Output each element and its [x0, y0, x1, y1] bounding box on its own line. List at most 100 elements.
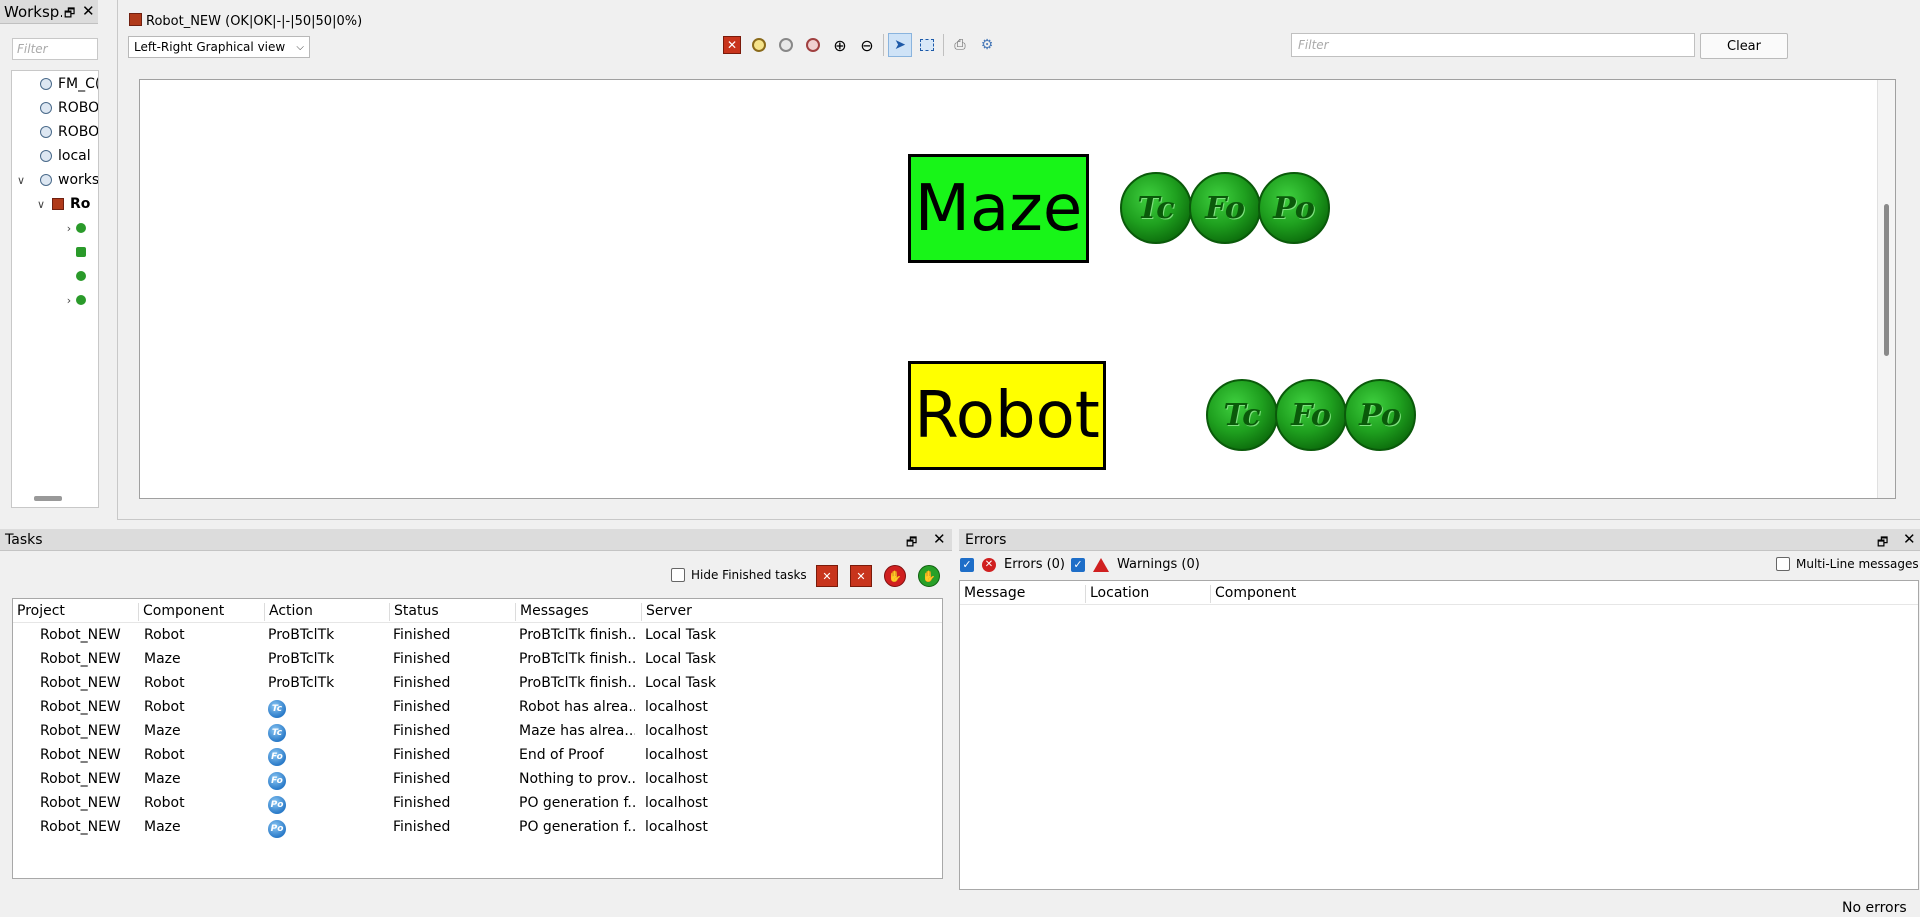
- chevron-down-icon[interactable]: ∨: [34, 198, 48, 211]
- close-icon[interactable]: ✕: [933, 530, 946, 548]
- zoom-reset-button[interactable]: [774, 33, 798, 57]
- po-badge-icon[interactable]: Po: [1258, 172, 1330, 244]
- server-cell: Local Task: [645, 675, 716, 691]
- close-icon[interactable]: ✕: [82, 2, 95, 20]
- float-panel-icon[interactable]: 🗗: [1877, 533, 1888, 554]
- print-button[interactable]: ⎙: [948, 33, 972, 57]
- message-cell: End of Proof: [519, 747, 604, 763]
- message-cell: ProBTclTk finish...: [519, 651, 635, 667]
- fo-badge-icon[interactable]: Fo: [1275, 379, 1347, 451]
- checkbox-box[interactable]: [1776, 557, 1790, 571]
- table-row[interactable]: Robot_NEW Maze ProBTclTk Finished ProBTclTk …: [13, 649, 942, 671]
- warning-icon: [1093, 557, 1110, 572]
- table-row[interactable]: Robot_NEW Robot ProBTclTk Finished ProBTclTk…: [13, 625, 942, 647]
- column-header[interactable]: Location: [1085, 585, 1210, 603]
- hide-finished-checkbox[interactable]: Hide Finished tasks: [671, 568, 807, 582]
- float-panel-icon[interactable]: 🗗: [906, 533, 917, 554]
- workspace-filter-input[interactable]: [12, 38, 98, 60]
- export-button[interactable]: ⚙: [975, 33, 999, 57]
- status-cell: Finished: [393, 699, 451, 715]
- po-action-icon: Po: [268, 820, 286, 838]
- zoom-selection-button[interactable]: [801, 33, 825, 57]
- graph-filter-input[interactable]: [1291, 33, 1695, 57]
- column-header[interactable]: Messages: [515, 603, 641, 621]
- errors-checkbox[interactable]: ✓: [960, 557, 974, 572]
- server-cell: localhost: [645, 795, 708, 811]
- multiline-label: Multi-Line messages: [1796, 557, 1919, 571]
- tree-item-label: Ro: [70, 196, 91, 212]
- tc-badge-icon[interactable]: Tc: [1206, 379, 1278, 451]
- tree-item[interactable]: ›: [62, 217, 92, 239]
- status-badges: Tc Fo Po: [1206, 379, 1416, 451]
- status-cell: Finished: [393, 627, 451, 643]
- component-cell: Robot: [144, 795, 185, 811]
- fo-badge-icon[interactable]: Fo: [1189, 172, 1261, 244]
- errors-table[interactable]: Message Location Component: [959, 580, 1919, 890]
- tasks-panel-header: Tasks 🗗 ✕: [0, 529, 952, 551]
- remove-all-tasks-button[interactable]: ✕: [816, 565, 838, 587]
- fo-action-icon: Fo: [268, 748, 286, 766]
- table-row[interactable]: Robot_NEW Maze Tc Finished Maze has alrea...…: [13, 721, 942, 743]
- tree-item[interactable]: ∨ works: [14, 169, 98, 191]
- component-box-robot[interactable]: Robot: [908, 361, 1106, 470]
- status-text: No errors: [1842, 900, 1907, 916]
- multiline-checkbox[interactable]: Multi-Line messages: [1776, 557, 1919, 571]
- stop-task-button[interactable]: ✋: [884, 565, 906, 587]
- remove-task-button[interactable]: ✕: [850, 565, 872, 587]
- table-row[interactable]: Robot_NEW Maze Po Finished PO generation f..…: [13, 817, 942, 839]
- column-header[interactable]: Message: [960, 585, 1085, 603]
- zoom-in-button[interactable]: ⊕: [828, 33, 852, 57]
- column-header[interactable]: Server: [641, 603, 767, 621]
- zoom-fit-button[interactable]: [747, 33, 771, 57]
- tree-item[interactable]: ROBO: [40, 121, 98, 143]
- view-mode-select[interactable]: Left-Right Graphical view ⌵: [128, 36, 310, 58]
- column-header[interactable]: Action: [264, 603, 389, 621]
- column-header[interactable]: Component: [138, 603, 264, 621]
- table-row[interactable]: Robot_NEW Robot Fo Finished End of Proof loca…: [13, 745, 942, 767]
- tree-item[interactable]: local: [40, 145, 91, 167]
- zoom-out-button[interactable]: ⊖: [855, 33, 879, 57]
- resume-task-button[interactable]: ✋: [918, 565, 940, 587]
- graph-canvas[interactable]: Maze Tc Fo Po Robot Tc Fo Po: [139, 79, 1896, 499]
- close-icon[interactable]: ✕: [1903, 530, 1916, 548]
- project-cell: Robot_NEW: [40, 699, 121, 715]
- workspace-tree[interactable]: FM_C( ROBO ROBO local ∨ works ∨ Ro › ›: [11, 70, 99, 508]
- tree-item[interactable]: [76, 241, 92, 263]
- table-row[interactable]: Robot_NEW Maze Fo Finished Nothing to prov..…: [13, 769, 942, 791]
- chevron-right-icon[interactable]: ›: [62, 294, 76, 307]
- chevron-right-icon[interactable]: ›: [62, 222, 76, 235]
- warnings-checkbox[interactable]: ✓: [1071, 557, 1086, 572]
- tc-badge-icon[interactable]: Tc: [1120, 172, 1192, 244]
- server-cell: Local Task: [645, 627, 716, 643]
- tree-item[interactable]: FM_C(: [40, 73, 98, 95]
- checkbox-box[interactable]: [671, 568, 685, 582]
- tasks-table[interactable]: Project Component Action Status Messages…: [12, 598, 943, 879]
- component-cell: Robot: [144, 675, 185, 691]
- po-badge-icon[interactable]: Po: [1344, 379, 1416, 451]
- clear-button[interactable]: Clear: [1700, 33, 1788, 59]
- tree-item[interactable]: ROBO: [40, 97, 98, 119]
- marquee-tool-button[interactable]: [915, 33, 939, 57]
- column-header[interactable]: Project: [13, 603, 138, 621]
- remove-all-button[interactable]: ✕: [720, 33, 744, 57]
- float-panel-icon[interactable]: 🗗: [64, 4, 75, 25]
- table-row[interactable]: Robot_NEW Robot Tc Finished Robot has alrea.…: [13, 697, 942, 719]
- project-cell: Robot_NEW: [40, 675, 121, 691]
- column-header[interactable]: Status: [389, 603, 515, 621]
- tree-item[interactable]: ∨ Ro: [34, 193, 90, 215]
- chevron-down-icon[interactable]: ∨: [14, 174, 28, 187]
- status-cell: Finished: [393, 771, 451, 787]
- component-cell: Robot: [144, 627, 185, 643]
- table-row[interactable]: Robot_NEW Robot ProBTclTk Finished ProBTclTk…: [13, 673, 942, 695]
- column-header[interactable]: Component: [1210, 585, 1336, 603]
- scrollbar-thumb[interactable]: [1884, 204, 1889, 356]
- table-header: Message Location Component: [960, 581, 1918, 605]
- export-icon: ⚙: [980, 37, 994, 53]
- tree-item[interactable]: [76, 265, 92, 287]
- horizontal-scrollbar[interactable]: [34, 496, 62, 501]
- tree-item[interactable]: ›: [62, 289, 92, 311]
- table-row[interactable]: Robot_NEW Robot Po Finished PO generation f.…: [13, 793, 942, 815]
- component-box-maze[interactable]: Maze: [908, 154, 1089, 263]
- editor-tab-title[interactable]: Robot_NEW (OK|OK|-|-|50|50|0%): [146, 14, 362, 29]
- select-tool-button[interactable]: ➤: [888, 33, 912, 57]
